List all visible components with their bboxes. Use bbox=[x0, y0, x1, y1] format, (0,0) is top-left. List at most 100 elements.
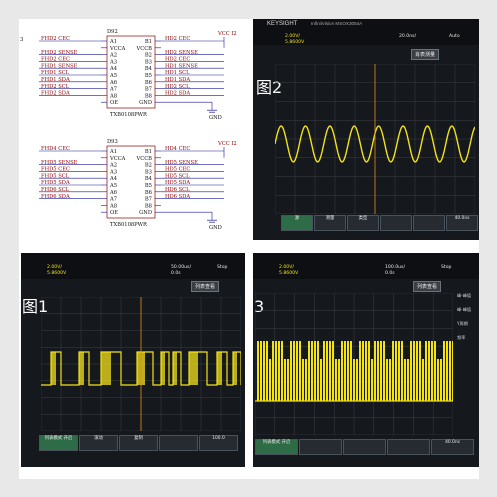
dense-burst bbox=[389, 359, 391, 401]
vcc-label: VCC I2 bbox=[217, 141, 237, 147]
pin-label: A2 bbox=[109, 53, 117, 59]
net-label: FHD5 CEC bbox=[41, 167, 70, 173]
softkey[interactable]: 40.0ns bbox=[446, 215, 478, 231]
softkey[interactable]: 复制 bbox=[119, 435, 158, 451]
dense-burst bbox=[395, 341, 397, 401]
dense-burst bbox=[161, 352, 165, 385]
dense-burst bbox=[365, 341, 367, 401]
dense-burst bbox=[189, 352, 198, 385]
net-label: FHD2 SCL bbox=[41, 84, 70, 90]
net-label: FHD4 CEC bbox=[41, 146, 70, 152]
softkey[interactable] bbox=[413, 215, 445, 231]
pin-label: B4 bbox=[145, 176, 153, 182]
time-offset: 0.0s bbox=[171, 271, 181, 276]
time-scale: 20.0ns/ bbox=[399, 34, 417, 39]
softkey[interactable] bbox=[380, 215, 412, 231]
softkey[interactable]: 列表模式 开启 bbox=[39, 435, 78, 451]
softkey[interactable]: 源 bbox=[281, 215, 313, 231]
pin-label: B5 bbox=[145, 73, 152, 79]
dense-burst bbox=[428, 341, 430, 401]
net-label: HD2 SCL bbox=[165, 84, 190, 90]
measurement-item: Y周期 bbox=[457, 321, 468, 326]
pin-label: GND bbox=[139, 210, 152, 216]
run-status: Stop bbox=[441, 265, 452, 270]
pin-label: B3 bbox=[145, 169, 152, 175]
dense-burst bbox=[371, 359, 373, 401]
net-label: FHD5 SENSE bbox=[41, 160, 78, 166]
net-label: FHD1 SDA bbox=[41, 77, 70, 83]
dense-burst bbox=[437, 359, 439, 401]
softkey[interactable]: 类型 bbox=[347, 215, 379, 231]
pin-label: A6 bbox=[109, 190, 117, 196]
dense-burst bbox=[347, 341, 349, 401]
pin-label: B1 bbox=[145, 39, 152, 45]
channel-offset: 5.8600V bbox=[47, 271, 67, 276]
net-label: HD2 CEC bbox=[165, 36, 190, 42]
waveform-display bbox=[255, 293, 453, 435]
measurement-item: 峰-峰值 bbox=[457, 293, 472, 298]
softkey[interactable]: 100.0 bbox=[199, 435, 238, 451]
pin-label: VCCA bbox=[109, 46, 126, 52]
pin-label: B2 bbox=[145, 163, 152, 169]
dense-burst bbox=[79, 352, 84, 385]
softkey[interactable] bbox=[343, 439, 386, 455]
gnd-label: GND bbox=[209, 115, 222, 121]
net-label: FHD6 SCL bbox=[41, 187, 70, 193]
dense-burst bbox=[311, 341, 313, 401]
menu-title[interactable]: 列表查看 bbox=[413, 281, 442, 292]
pin-label: A1 bbox=[109, 149, 117, 155]
pin-label: OE bbox=[110, 210, 118, 216]
dense-burst bbox=[326, 341, 328, 401]
net-label: HD2 SENSE bbox=[165, 50, 198, 56]
dense-burst bbox=[263, 341, 265, 401]
dense-burst bbox=[290, 341, 292, 401]
dense-burst bbox=[320, 359, 322, 401]
channel-scale: 2.00V/ bbox=[47, 265, 62, 270]
pin-label: VCCB bbox=[136, 46, 153, 52]
pin-label: B2 bbox=[145, 53, 152, 59]
pin-label: B7 bbox=[145, 197, 152, 203]
pin-label: A7 bbox=[109, 197, 117, 203]
softkey[interactable]: 列表模式 开启 bbox=[255, 439, 298, 455]
net-label: HD5 SDA bbox=[165, 180, 190, 186]
pin-label: VCCB bbox=[136, 156, 153, 162]
dense-burst bbox=[260, 341, 262, 401]
softkey[interactable] bbox=[299, 439, 342, 455]
dense-burst bbox=[299, 341, 301, 401]
dense-burst bbox=[323, 341, 325, 401]
dense-burst bbox=[308, 341, 310, 401]
dense-burst bbox=[275, 341, 277, 401]
dense-burst bbox=[419, 341, 421, 401]
dense-burst bbox=[332, 341, 334, 401]
time-offset: 0.0s bbox=[385, 271, 395, 276]
dense-burst bbox=[173, 352, 177, 385]
menu-title[interactable]: 列表查看 bbox=[191, 281, 220, 292]
run-status: Auto bbox=[449, 34, 460, 39]
net-label: HD5 SENSE bbox=[165, 160, 198, 166]
net-label: FHD2 SENSE bbox=[41, 50, 78, 56]
dense-burst bbox=[413, 341, 415, 401]
softkey[interactable]: 40.0ns bbox=[431, 439, 474, 455]
pin-label: A6 bbox=[109, 80, 117, 86]
net-label: FHD2 SDA bbox=[41, 91, 70, 97]
dense-burst bbox=[446, 341, 448, 401]
net-label: HD2 CEC bbox=[165, 57, 190, 63]
dense-burst bbox=[440, 359, 442, 401]
softkey[interactable]: 测量 bbox=[314, 215, 346, 231]
dense-burst bbox=[317, 341, 319, 401]
net-label: FHD5 SDA bbox=[41, 180, 70, 186]
waveform-display bbox=[41, 297, 241, 431]
dense-burst bbox=[416, 341, 418, 401]
dense-burst bbox=[335, 359, 337, 401]
softkey[interactable] bbox=[159, 435, 198, 451]
pin-label: B4 bbox=[145, 66, 153, 72]
dense-burst bbox=[257, 341, 259, 401]
net-label: HD6 SDA bbox=[165, 194, 190, 200]
softkey[interactable] bbox=[387, 439, 430, 455]
brand-logo: KEYSIGHT bbox=[267, 21, 298, 27]
menu-title[interactable]: 肖表测量 bbox=[411, 49, 440, 60]
pin-label: A4 bbox=[109, 176, 118, 182]
dense-burst bbox=[434, 341, 436, 401]
softkey[interactable]: 滚动 bbox=[79, 435, 118, 451]
vcc-label: VCC I2 bbox=[217, 31, 237, 37]
